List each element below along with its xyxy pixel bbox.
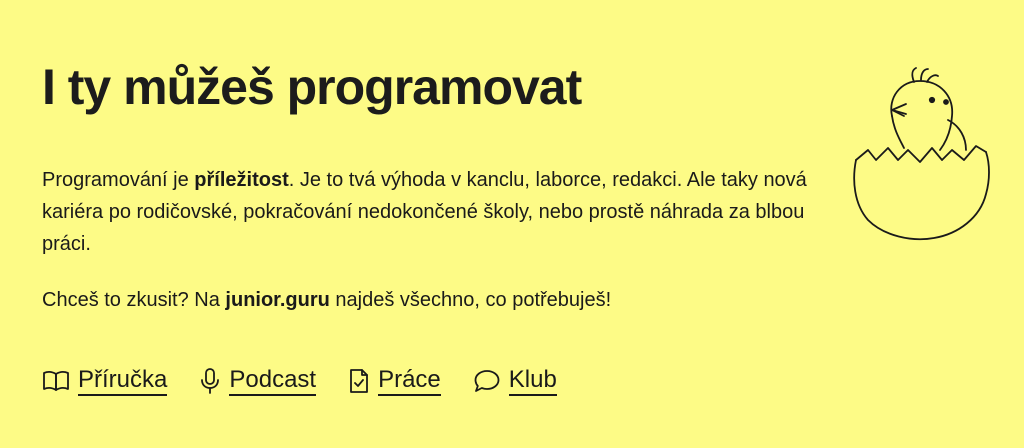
cta-text-2: najdeš všechno, co potřebuješ!	[329, 289, 612, 311]
microphone-icon	[199, 367, 221, 395]
brand-name: junior.guru	[225, 289, 330, 311]
page-title: I ty můžeš programovat	[42, 59, 582, 115]
nav-link-label: Klub	[508, 366, 557, 396]
document-check-icon	[348, 367, 370, 395]
nav-link-podcast[interactable]: Podcast	[199, 366, 317, 396]
cta-text-1: Chceš to zkusit? Na	[42, 289, 226, 311]
hatching-chick-illustration	[848, 64, 998, 249]
nav-link-handbook[interactable]: Příručka	[42, 366, 168, 396]
book-icon	[42, 369, 70, 393]
intro-paragraph: Programování je příležitost. Je to tvá v…	[42, 164, 842, 260]
cta-paragraph: Chceš to zkusit? Na junior.guru najdeš v…	[42, 284, 611, 316]
intro-text-1: Programování je	[42, 169, 195, 191]
nav-link-club[interactable]: Klub	[473, 366, 557, 396]
main-navigation: Příručka Podcast Práce Klub	[42, 366, 557, 396]
nav-link-label: Podcast	[229, 366, 317, 396]
nav-link-jobs[interactable]: Práce	[348, 366, 441, 396]
chat-bubble-icon	[473, 368, 501, 394]
intro-highlight: příležitost	[194, 169, 289, 191]
nav-link-label: Práce	[378, 366, 441, 396]
nav-link-label: Příručka	[78, 366, 168, 396]
